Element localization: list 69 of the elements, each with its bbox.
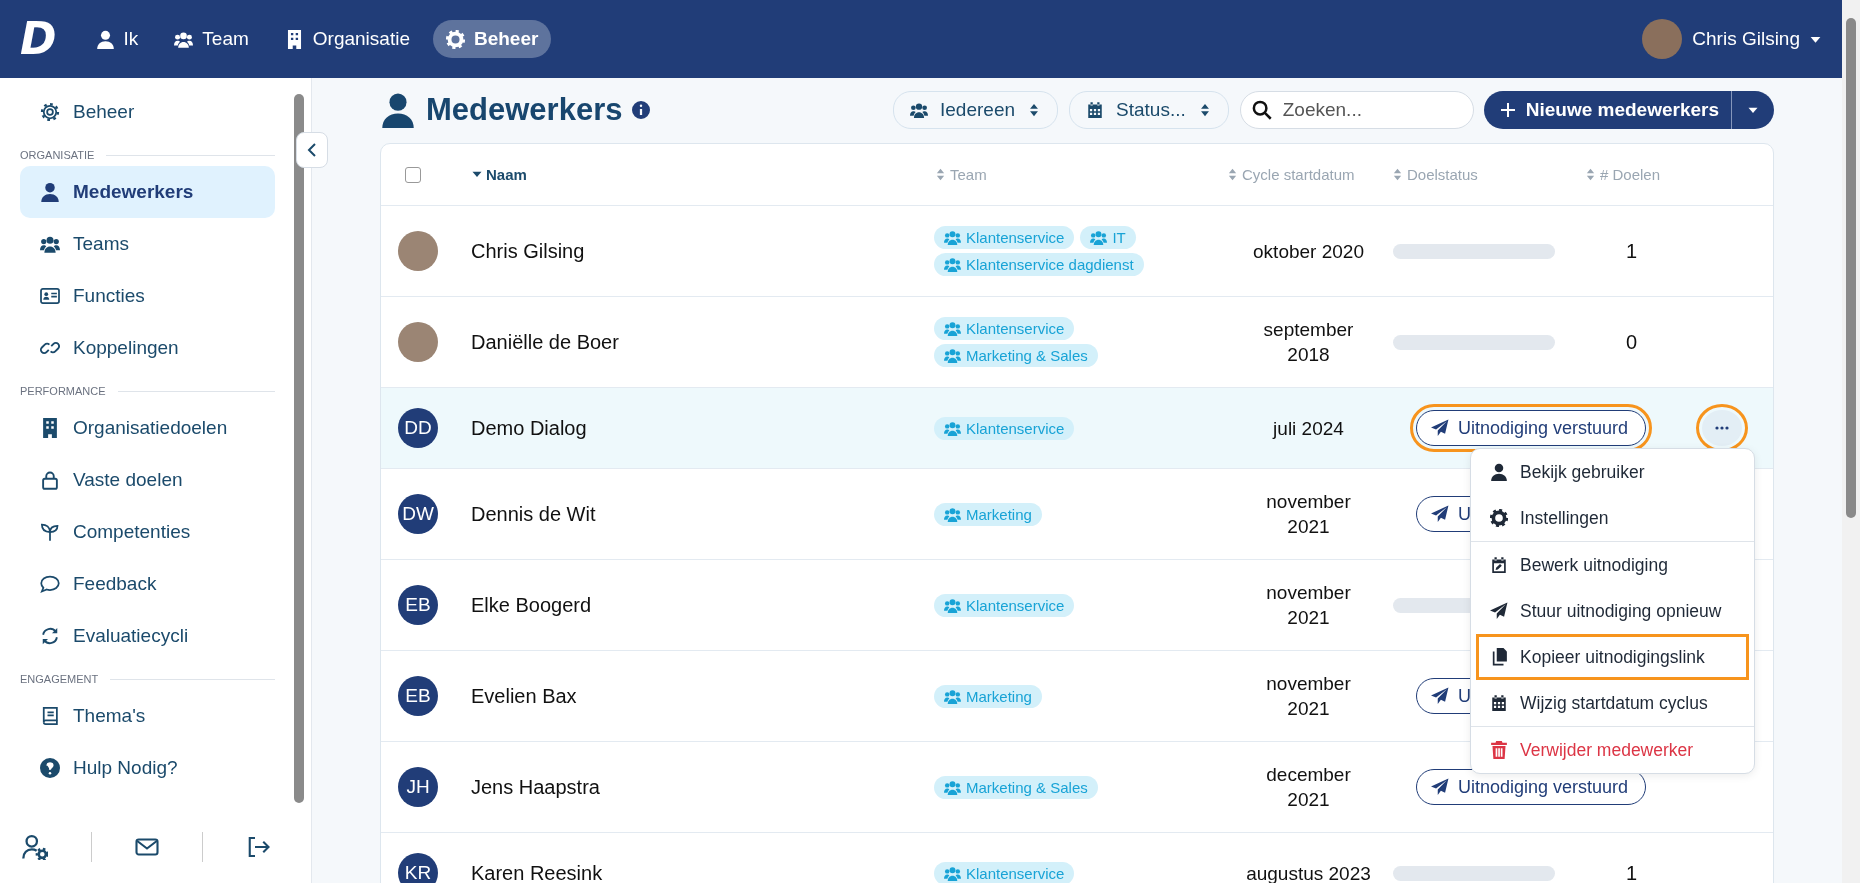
- sidebar-item[interactable]: Koppelingen: [20, 322, 275, 374]
- team-tag: Klantenservice: [934, 226, 1075, 249]
- goal-count: 1: [1626, 861, 1638, 883]
- search-field[interactable]: Zoeken...: [1239, 91, 1474, 129]
- avatar-initials: KR: [398, 853, 438, 883]
- avatar-initials: DW: [398, 494, 438, 534]
- cycle-start-date: augustus 2023: [1245, 861, 1372, 883]
- team-tag: Marketing: [934, 684, 1042, 708]
- cycle-start-date: september 2018: [1262, 318, 1355, 367]
- cycle-start-date: juli 2024: [1271, 416, 1345, 441]
- page-title: Medewerkers: [426, 92, 623, 128]
- employee-name[interactable]: Evelien Bax: [471, 684, 577, 707]
- section-label: PERFORMANCE: [20, 382, 275, 400]
- column-header[interactable]: Naam: [471, 165, 527, 183]
- nav-tab[interactable]: Ik: [82, 20, 152, 58]
- user-menu[interactable]: Chris Gilsing: [1692, 28, 1822, 50]
- cycle-start-date: november 2021: [1265, 581, 1352, 630]
- sidebar-item[interactable]: Competenties: [20, 506, 275, 558]
- sidebar-item[interactable]: Functies: [20, 270, 275, 322]
- employee-name[interactable]: Karen Reesink: [471, 861, 603, 883]
- menu-item[interactable]: Bekijk gebruiker: [1476, 449, 1749, 495]
- sidebar-item[interactable]: Thema's: [20, 690, 275, 742]
- menu-item[interactable]: Stuur uitnodiging opnieuw: [1476, 588, 1749, 634]
- cycle-start-date: november 2021: [1265, 490, 1352, 539]
- app-logo[interactable]: D: [20, 17, 55, 61]
- filter-dropdown[interactable]: Iedereen: [893, 91, 1059, 129]
- employee-name[interactable]: Demo Dialog: [471, 416, 587, 439]
- goal-count: 1: [1626, 239, 1638, 262]
- employee-name[interactable]: Dennis de Wit: [471, 502, 596, 525]
- avatar-initials: EB: [398, 585, 438, 625]
- sidebar-item[interactable]: Feedback: [20, 558, 275, 610]
- section-label: ENGAGEMENT: [20, 670, 275, 688]
- employee-name[interactable]: Daniëlle de Boer: [471, 330, 619, 353]
- sidebar-item[interactable]: Organisatiedoelen: [20, 402, 275, 454]
- menu-item[interactable]: Kopieer uitnodigingslink: [1476, 634, 1749, 680]
- filter-dropdown[interactable]: Status...: [1069, 91, 1229, 129]
- goal-count: 0: [1626, 330, 1638, 353]
- sidebar-item[interactable]: Beheer: [20, 86, 275, 138]
- menu-item[interactable]: Instellingen: [1476, 495, 1749, 541]
- nav-tab[interactable]: Beheer: [432, 20, 552, 58]
- sidebar-item[interactable]: Evaluatiecycli: [20, 610, 275, 662]
- team-tag: Marketing & Sales: [934, 775, 1098, 799]
- menu-item[interactable]: Bewerk uitnodiging: [1476, 542, 1749, 588]
- nav-tab[interactable]: Organisatie: [271, 20, 423, 58]
- sidebar-item[interactable]: Vaste doelen: [20, 454, 275, 506]
- team-tag: IT: [1080, 226, 1136, 249]
- employee-name[interactable]: Jens Haapstra: [471, 775, 600, 798]
- section-label: ORGANISATIE: [20, 146, 275, 164]
- employee-name[interactable]: Elke Boogerd: [471, 593, 592, 616]
- avatar-initials: EB: [398, 676, 438, 716]
- sidebar-item[interactable]: Medewerkers: [20, 166, 275, 218]
- cycle-start-date: oktober 2020: [1252, 239, 1365, 264]
- help-link[interactable]: Hulp Nodig?: [20, 742, 275, 794]
- cycle-start-date: november 2021: [1265, 672, 1352, 721]
- menu-item[interactable]: Wijzig startdatum cyclus: [1476, 680, 1749, 726]
- team-tag: Marketing: [934, 502, 1042, 526]
- team-tag: Marketing & Sales: [934, 344, 1098, 367]
- team-tag: Klantenservice: [934, 416, 1075, 440]
- new-employees-button[interactable]: Nieuwe medewerkers: [1483, 91, 1774, 129]
- team-tag: Klantenservice: [934, 593, 1075, 617]
- team-tag: Klantenservice: [934, 861, 1075, 883]
- nav-tab[interactable]: Team: [161, 20, 262, 58]
- cycle-start-date: december 2021: [1265, 763, 1352, 812]
- employee-name[interactable]: Chris Gilsing: [471, 239, 585, 262]
- avatar-initials: DD: [398, 408, 438, 448]
- avatar-initials: JH: [398, 767, 438, 807]
- team-tag: Klantenservice dagdienst: [934, 253, 1144, 276]
- team-tag: Klantenservice: [934, 317, 1075, 340]
- sidebar-item[interactable]: Teams: [20, 218, 275, 270]
